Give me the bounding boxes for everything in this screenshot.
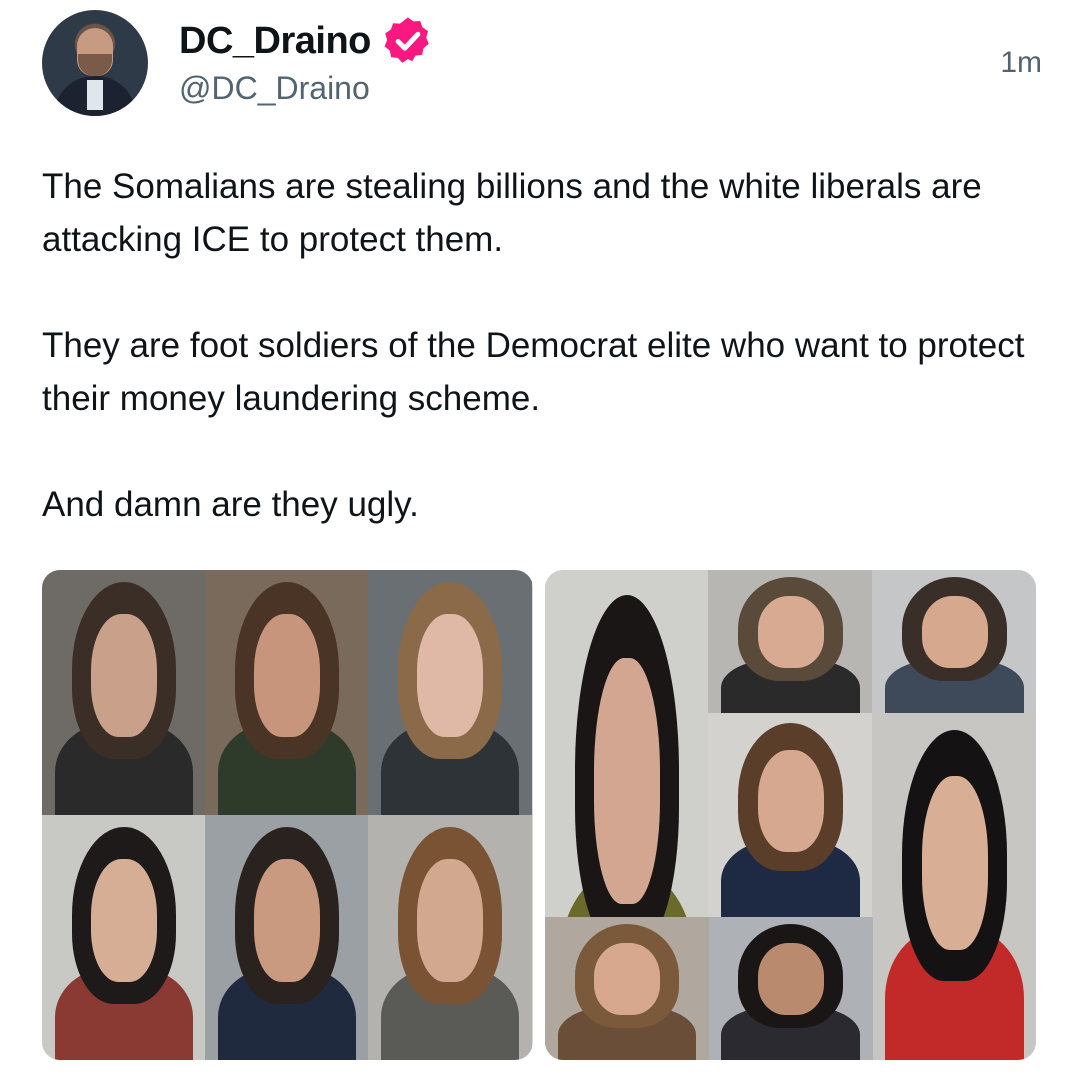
collage-photo-4 bbox=[42, 815, 206, 1060]
photo-person-face bbox=[91, 859, 157, 983]
media-image-1[interactable] bbox=[42, 570, 533, 1060]
photo-person-face bbox=[921, 595, 988, 668]
verified-badge-icon bbox=[384, 17, 429, 63]
name-row: DC_Draino bbox=[179, 14, 435, 68]
collage-photo-6 bbox=[368, 815, 532, 1060]
avatar-collar bbox=[87, 80, 103, 110]
photo-person-face bbox=[757, 942, 824, 1015]
collage-photo-11 bbox=[872, 713, 1036, 1060]
user-handle[interactable]: @DC_Draino bbox=[179, 70, 370, 107]
photo-person-face bbox=[417, 859, 483, 983]
photo-person-face bbox=[594, 658, 660, 904]
collage-photo-13 bbox=[545, 917, 709, 1060]
post-paragraph-3: And damn are they ugly. bbox=[42, 485, 419, 524]
media-image-2[interactable] bbox=[545, 570, 1036, 1060]
collage-photo-10 bbox=[708, 713, 873, 918]
post-paragraph-2: They are foot soldiers of the Democrat e… bbox=[42, 326, 1025, 418]
photo-person-face bbox=[757, 749, 824, 853]
display-name[interactable]: DC_Draino bbox=[179, 20, 371, 63]
collage-photo-5 bbox=[205, 815, 369, 1060]
post-timestamp[interactable]: 1m bbox=[1000, 46, 1042, 80]
collage-photo-12 bbox=[708, 917, 873, 1060]
profile-avatar[interactable] bbox=[42, 10, 148, 116]
post-body: The Somalians are stealing billions and … bbox=[42, 160, 1042, 531]
post-paragraph-1: The Somalians are stealing billions and … bbox=[42, 167, 982, 259]
collage-photo-1 bbox=[42, 570, 206, 816]
photo-person-face bbox=[254, 859, 320, 983]
photo-person-face bbox=[757, 595, 824, 668]
collage-photo-9 bbox=[872, 570, 1036, 714]
photo-person-face bbox=[594, 942, 660, 1015]
photo-person-face bbox=[921, 775, 988, 950]
collage-photo-2 bbox=[205, 570, 369, 816]
post-header: DC_Draino @DC_Draino 1m bbox=[42, 10, 1042, 120]
photo-person-face bbox=[91, 614, 157, 738]
photo-person-face bbox=[417, 614, 483, 738]
collage-photo-3 bbox=[368, 570, 532, 816]
photo-person-face bbox=[254, 614, 320, 738]
collage-photo-8 bbox=[708, 570, 873, 714]
post-media bbox=[42, 570, 1036, 1060]
